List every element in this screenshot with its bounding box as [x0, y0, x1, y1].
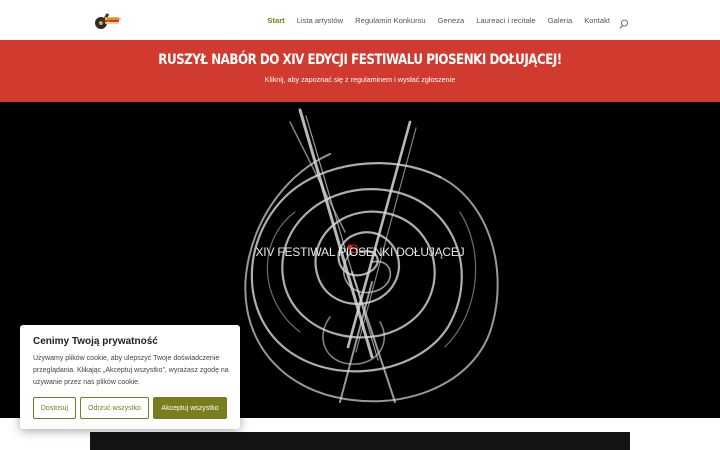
banner-subtitle[interactable]: Kliknij, aby zapoznać się z regulaminem … [0, 75, 720, 84]
nav-item-geneza[interactable]: Geneza [438, 16, 465, 25]
banner-title[interactable]: RUSZYŁ NABÓR DO XIV EDYCJI FESTIWALU PIO… [65, 52, 655, 68]
logo-guitar-icon: Festiwal Piosenki [95, 13, 121, 29]
svg-text:Piosenki: Piosenki [107, 21, 121, 25]
cookie-consent-popup: Cenimy Twoją prywatność Używamy plików c… [20, 325, 240, 429]
nav-item-laureaci[interactable]: Laureaci i recitale [476, 16, 536, 25]
cookie-reject-button[interactable]: Odrzuć wszystko [80, 397, 149, 419]
hero-title-suffix: SENKI DOŁUJĄCEJ [358, 245, 465, 259]
nav-item-kontakt[interactable]: Kontakt [584, 16, 610, 25]
nav-item-galeria[interactable]: Galeria [548, 16, 572, 25]
hero-title: XIV FESTIWAL PIOSENKI DOŁUJĄCEJ [0, 245, 720, 259]
search-icon[interactable] [619, 15, 629, 29]
hero-title-prefix: XIV FESTIWAL PI [255, 245, 350, 259]
nav-item-start[interactable]: Start [267, 16, 284, 25]
nav-item-lista-artystow[interactable]: Lista artystów [297, 16, 343, 25]
next-section-block [90, 432, 630, 450]
hero-title-o: O [348, 245, 359, 259]
cookie-customize-button[interactable]: Dostosuj [33, 397, 76, 419]
cookie-title: Cenimy Twoją prywatność [33, 336, 158, 347]
cookie-text: Używamy plików cookie, aby ulepszyć Twoj… [33, 355, 229, 386]
recruitment-banner[interactable]: RUSZYŁ NABÓR DO XIV EDYCJI FESTIWALU PIO… [0, 40, 720, 102]
nav-item-regulamin[interactable]: Regulamin Konkursu [355, 16, 426, 25]
main-nav: Start Lista artystów Regulamin Konkursu … [267, 0, 610, 40]
cookie-accept-button[interactable]: Akceptuj wszystko [153, 397, 227, 419]
site-logo[interactable]: Festiwal Piosenki [92, 8, 122, 32]
site-header: Festiwal Piosenki Start Lista artystów R… [0, 0, 720, 40]
